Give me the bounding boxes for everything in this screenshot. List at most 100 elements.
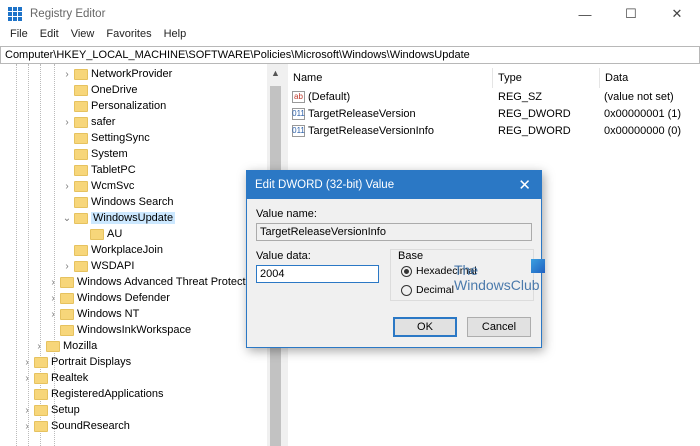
folder-icon	[74, 260, 88, 272]
menu-file[interactable]: File	[4, 28, 34, 46]
chevron-right-icon[interactable]: ›	[22, 421, 32, 432]
tree-item[interactable]: › safer	[62, 114, 115, 130]
chevron-right-icon[interactable]: ›	[48, 309, 58, 320]
tree-item-label: WcmSvc	[91, 180, 135, 192]
tree-item[interactable]: › WcmSvc	[62, 178, 134, 194]
folder-icon	[74, 84, 88, 96]
tree-item[interactable]: › Setup	[22, 402, 79, 418]
chevron-right-icon[interactable]: ›	[62, 261, 72, 272]
tree-item-label: WindowsUpdate	[91, 212, 176, 224]
value-name: (Default)	[308, 90, 351, 103]
value-name: TargetReleaseVersion	[308, 107, 416, 120]
close-button[interactable]: ✕	[654, 0, 700, 28]
value-row[interactable]: 011 TargetReleaseVersionInfo REG_DWORD 0x00…	[288, 122, 700, 139]
value-name: TargetReleaseVersionInfo	[308, 124, 434, 137]
folder-icon	[60, 308, 74, 320]
value-row[interactable]: ab (Default) REG_SZ (value not set)	[288, 88, 700, 105]
menu-view[interactable]: View	[65, 28, 101, 46]
folder-icon	[74, 180, 88, 192]
maximize-button[interactable]: ☐	[608, 0, 654, 28]
folder-icon	[74, 116, 88, 128]
tree-item-label: Windows NT	[77, 308, 140, 320]
menu-edit[interactable]: Edit	[34, 28, 65, 46]
tree-item[interactable]: WorkplaceJoin	[62, 242, 163, 258]
scroll-up-icon[interactable]: ▲	[267, 68, 284, 78]
folder-icon	[34, 356, 48, 368]
tree-item[interactable]: › NetworkProvider	[62, 66, 172, 82]
tree-item[interactable]: ⌄ WindowsUpdate	[62, 210, 176, 226]
folder-icon	[34, 420, 48, 432]
tree-item[interactable]: › SoundResearch	[22, 418, 130, 434]
edit-dword-dialog: Edit DWORD (32-bit) Value ✕ Value name: …	[246, 170, 545, 348]
chevron-right-icon[interactable]: ›	[62, 117, 72, 128]
folder-icon	[74, 100, 88, 112]
tree-item[interactable]: AU	[78, 226, 122, 242]
menu-help[interactable]: Help	[158, 28, 193, 46]
tree-item-label: System	[91, 148, 128, 160]
registry-tree: › NetworkProvider OneDrive Personalization ›…	[0, 64, 284, 446]
tree-item[interactable]: › Portrait Displays	[22, 354, 131, 370]
address-bar[interactable]: Computer\HKEY_LOCAL_MACHINE\SOFTWARE\Pol…	[0, 46, 700, 64]
value-row[interactable]: 011 TargetReleaseVersion REG_DWORD 0x000000…	[288, 105, 700, 122]
value-data-input[interactable]: 2004	[256, 265, 379, 283]
chevron-right-icon[interactable]: ›	[22, 357, 32, 368]
folder-icon	[74, 148, 88, 160]
chevron-right-icon[interactable]: ›	[62, 181, 72, 192]
tree-item[interactable]: › Windows NT	[48, 306, 139, 322]
cancel-button[interactable]: Cancel	[467, 317, 531, 337]
chevron-down-icon[interactable]: ⌄	[62, 213, 72, 224]
tree-item[interactable]: › WSDAPI	[62, 258, 134, 274]
tree-guide	[16, 64, 17, 446]
column-data-label: Data	[605, 72, 629, 84]
column-data[interactable]: Data	[600, 68, 700, 88]
menu-favorites[interactable]: Favorites	[100, 28, 157, 46]
value-data: 0x00000000 (0)	[604, 124, 682, 137]
dialog-title: Edit DWORD (32-bit) Value	[247, 171, 541, 199]
tree-item-label: WorkplaceJoin	[91, 244, 163, 256]
tree-item-label: RegisteredApplications	[51, 388, 164, 400]
chevron-right-icon[interactable]: ›	[22, 373, 32, 384]
folder-icon	[74, 196, 88, 208]
column-type-label: Type	[498, 72, 522, 84]
tree-item[interactable]: Personalization	[62, 98, 166, 114]
tree-item[interactable]: OneDrive	[62, 82, 137, 98]
column-type[interactable]: Type	[493, 68, 600, 88]
chevron-right-icon[interactable]: ›	[22, 405, 32, 416]
binary-value-icon: 011	[292, 124, 305, 137]
ok-button[interactable]: OK	[393, 317, 457, 337]
chevron-right-icon[interactable]: ›	[34, 341, 44, 352]
tree-item[interactable]: WindowsInkWorkspace	[48, 322, 191, 338]
folder-icon	[74, 212, 88, 224]
value-name-label: Value name:	[256, 208, 317, 220]
chevron-right-icon[interactable]: ›	[62, 69, 72, 80]
folder-icon	[90, 228, 104, 240]
menu-bar: File Edit View Favorites Help	[0, 28, 192, 46]
watermark-line1: The	[454, 262, 479, 278]
tree-item[interactable]: TabletPC	[62, 162, 136, 178]
tree-item[interactable]: System	[62, 146, 128, 162]
tree-item[interactable]: › Realtek	[22, 370, 88, 386]
minimize-button[interactable]: —	[562, 0, 608, 28]
tree-item[interactable]: › Windows Defender	[48, 290, 170, 306]
tree-item[interactable]: Windows Search	[62, 194, 174, 210]
tree-item[interactable]: › Mozilla	[34, 338, 97, 354]
dialog-close-icon[interactable]: ✕	[518, 176, 531, 194]
tree-item-label: Mozilla	[63, 340, 98, 352]
chevron-right-icon[interactable]: ›	[48, 293, 58, 304]
value-type: REG_SZ	[498, 90, 543, 103]
tree-item[interactable]: RegisteredApplications	[22, 386, 164, 402]
tree-item-label: SoundResearch	[51, 420, 130, 432]
tree-item[interactable]: SettingSync	[62, 130, 150, 146]
column-name[interactable]: Name	[288, 68, 493, 88]
folder-icon	[74, 132, 88, 144]
tree-item[interactable]: › Windows Advanced Threat Protection	[48, 274, 260, 290]
folder-icon	[60, 324, 74, 336]
tree-item-label: AU	[107, 228, 123, 240]
folder-icon	[34, 404, 48, 416]
tree-item-label: Windows Defender	[77, 292, 170, 304]
chevron-right-icon[interactable]: ›	[48, 277, 58, 288]
title-bar: Registry Editor — ☐ ✕	[0, 0, 700, 28]
folder-icon	[74, 244, 88, 256]
decimal-radio[interactable]: Decimal	[401, 284, 454, 296]
tree-item-label: WindowsInkWorkspace	[77, 324, 192, 336]
